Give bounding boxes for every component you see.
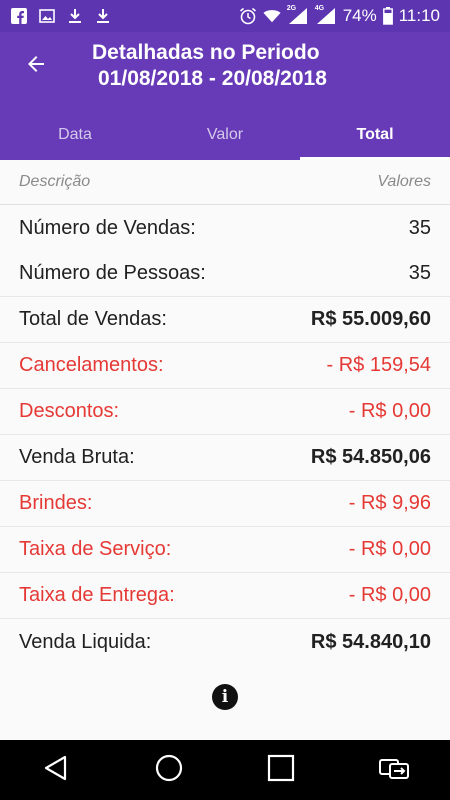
signal-label-1: 2G	[286, 5, 297, 12]
row-label: Venda Liquida:	[19, 630, 152, 653]
row-label: Taixa de Entrega:	[19, 584, 175, 606]
page-title: Detalhadas no Periodo 01/08/2018 - 20/08…	[92, 40, 432, 92]
row-value: 35	[408, 262, 431, 284]
switch-sim-icon	[378, 754, 410, 787]
tab-bar: Data Valor Total	[0, 110, 450, 160]
row-label: Número de Pessoas:	[19, 262, 206, 284]
clock: 11:10	[398, 6, 440, 25]
download-icon	[66, 7, 84, 25]
status-left-icons	[0, 7, 112, 25]
wifi-icon	[263, 7, 281, 25]
nav-switch-sim-button[interactable]	[374, 750, 414, 790]
facebook-icon	[10, 7, 28, 25]
row-value: R$ 54.850,06	[310, 446, 431, 468]
tab-total[interactable]: Total	[300, 110, 450, 160]
status-right-icons: 2G 4G 74% 11:10	[239, 5, 450, 26]
image-icon	[38, 7, 56, 25]
row-value: - R$ 0,00	[348, 538, 431, 560]
back-triangle-icon	[42, 754, 70, 787]
status-bar: 2G 4G 74% 11:10	[0, 0, 450, 32]
row-venda-liquida: Venda Liquida: R$ 54.840,10	[0, 619, 450, 665]
totals-panel: Descrição Valores Número de Vendas: 35 N…	[0, 160, 450, 740]
nav-recents-button[interactable]	[261, 750, 301, 790]
row-value: - R$ 9,96	[348, 492, 431, 514]
row-cancelamentos: Cancelamentos: - R$ 159,54	[0, 343, 450, 389]
row-taxa-entrega: Taixa de Entrega: - R$ 0,00	[0, 573, 450, 619]
row-numero-pessoas: Número de Pessoas: 35	[0, 251, 450, 297]
arrow-left-icon	[24, 52, 48, 81]
nav-back-button[interactable]	[36, 750, 76, 790]
row-value: R$ 55.009,60	[310, 308, 431, 330]
header-description: Descrição	[19, 173, 91, 190]
download-icon	[94, 7, 112, 25]
row-value: R$ 54.840,10	[310, 630, 431, 653]
title-line-1: Detalhadas no Periodo	[92, 41, 320, 64]
row-label: Venda Bruta:	[19, 446, 135, 468]
row-numero-vendas: Número de Vendas: 35	[0, 205, 450, 251]
home-circle-icon	[155, 754, 183, 787]
back-button[interactable]	[20, 50, 52, 82]
row-descontos: Descontos: - R$ 0,00	[0, 389, 450, 435]
row-value: - R$ 159,54	[326, 354, 431, 376]
row-label: Cancelamentos:	[19, 354, 164, 376]
alarm-icon	[239, 7, 257, 25]
row-venda-bruta: Venda Bruta: R$ 54.850,06	[0, 435, 450, 481]
system-nav-bar	[0, 740, 450, 800]
row-brindes: Brindes: - R$ 9,96	[0, 481, 450, 527]
recents-square-icon	[267, 754, 295, 787]
info-icon[interactable]: i	[212, 684, 238, 710]
row-label: Taixa de Serviço:	[19, 538, 172, 560]
row-label: Brindes:	[19, 492, 93, 514]
row-label: Total de Vendas:	[19, 308, 167, 330]
signal-icon: 2G	[286, 5, 309, 25]
row-taxa-servico: Taixa de Serviço: - R$ 0,00	[0, 527, 450, 573]
tab-data[interactable]: Data	[0, 110, 150, 160]
battery-icon	[382, 7, 393, 25]
row-label: Descontos:	[19, 400, 120, 422]
row-total-vendas: Total de Vendas: R$ 55.009,60	[0, 297, 450, 343]
signal-icon: 4G	[314, 5, 337, 25]
row-label: Número de Vendas:	[19, 216, 196, 239]
tab-valor[interactable]: Valor	[150, 110, 300, 160]
signal-label-2: 4G	[314, 5, 325, 12]
table-header: Descrição Valores	[0, 160, 450, 205]
nav-home-button[interactable]	[149, 750, 189, 790]
app-bar: Detalhadas no Periodo 01/08/2018 - 20/08…	[0, 32, 450, 160]
battery-percent: 74%	[342, 6, 377, 25]
row-value: - R$ 0,00	[348, 400, 431, 422]
title-line-2: 01/08/2018 - 20/08/2018	[98, 67, 327, 90]
row-value: 35	[408, 216, 431, 239]
header-values: Valores	[377, 173, 431, 190]
row-value: - R$ 0,00	[348, 584, 431, 606]
